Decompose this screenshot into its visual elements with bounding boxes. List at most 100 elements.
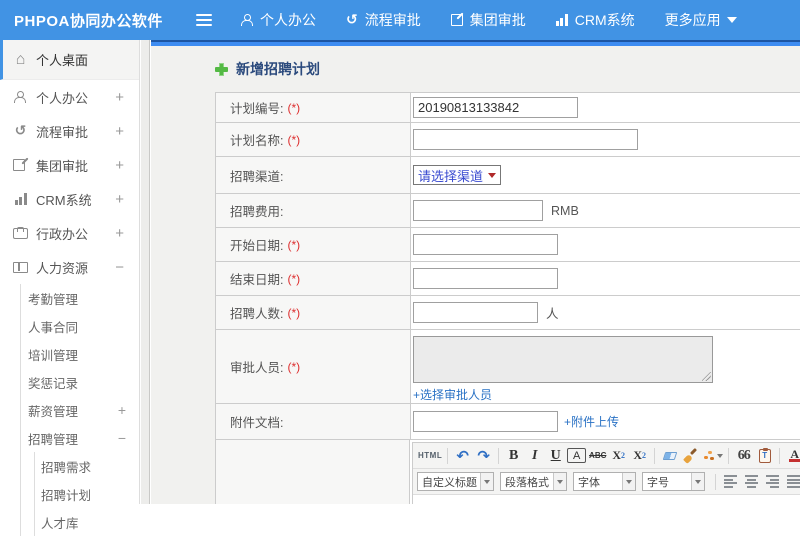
sidebar-item-recruit-mgmt[interactable]: 招聘管理 − — [21, 424, 139, 452]
eraser-button[interactable] — [660, 446, 679, 466]
font-size-dropdown[interactable]: 字号 — [642, 472, 705, 491]
attachment-upload-link[interactable]: +附件上传 — [564, 413, 619, 430]
redo-button[interactable]: ↷ — [474, 446, 493, 466]
form-row-cost: 招聘费用: RMB — [216, 194, 800, 228]
nav-more-apps[interactable]: 更多应用 — [665, 10, 737, 30]
auto-typeset-button[interactable] — [702, 446, 724, 466]
bold-button[interactable]: B — [504, 446, 523, 466]
sidebar-item-recruit-demand[interactable]: 招聘需求 — [35, 452, 139, 480]
sidebar-gutter — [141, 40, 150, 504]
form-row-headcount: 招聘人数: (*) 人 — [216, 296, 800, 330]
end-date-input[interactable] — [413, 268, 558, 289]
align-right-icon — [766, 475, 779, 488]
sidebar-item-crm[interactable]: CRM系统 + — [0, 182, 139, 216]
strikethrough-button[interactable]: ABC — [588, 446, 607, 466]
sidebar-item-hr[interactable]: 人力资源 − — [0, 250, 139, 284]
sidebar-item-label: CRM系统 — [36, 192, 92, 208]
channel-select[interactable]: 请选择渠道 — [413, 165, 502, 185]
expand-plus[interactable]: + — [115, 225, 124, 242]
align-center-button[interactable] — [742, 472, 761, 492]
sidebar-item-personal-office[interactable]: 个人办公 + — [0, 80, 139, 114]
format-brush-button[interactable] — [681, 446, 700, 466]
nav-crm-system[interactable]: CRM系统 — [555, 10, 635, 30]
dropdown-caret-button[interactable] — [622, 473, 635, 490]
color-bar — [788, 459, 800, 462]
align-justify-button[interactable] — [784, 472, 800, 492]
align-right-button[interactable] — [763, 472, 782, 492]
sidebar-item-salary[interactable]: 薪资管理 + — [21, 396, 139, 424]
superscript-button[interactable]: X2 — [609, 446, 628, 466]
expand-plus[interactable]: + — [115, 89, 124, 106]
expand-plus[interactable]: + — [118, 402, 126, 418]
nav-workflow-approval[interactable]: ↺ 流程审批 — [346, 10, 421, 30]
caret-down-icon — [484, 479, 490, 484]
sidebar-item-training[interactable]: 培训管理 — [21, 340, 139, 368]
custom-title-dropdown[interactable]: 自定义标题 — [417, 472, 494, 491]
expand-plus[interactable]: + — [115, 191, 124, 208]
subscript-button[interactable]: X2 — [630, 446, 649, 466]
sidebar-item-label: 培训管理 — [28, 348, 79, 363]
form-row-plan-name: 计划名称: (*) — [216, 123, 800, 157]
top-header: PHPOA协同办公软件 个人办公 ↺ 流程审批 集团审批 CRM系统 更多应用 — [0, 0, 800, 40]
sidebar-item-rewards[interactable]: 奖惩记录 — [21, 368, 139, 396]
html-source-button[interactable]: HTML — [418, 446, 442, 466]
field-label: 招聘渠道: — [216, 157, 411, 193]
select-approvers-link[interactable]: +选择审批人员 — [413, 386, 492, 403]
dropdown-caret-button[interactable] — [691, 473, 704, 490]
expand-plus[interactable]: + — [115, 157, 124, 174]
select-caret-icon — [488, 172, 497, 178]
nav-label: CRM系统 — [574, 12, 635, 28]
required-marker: (*) — [287, 359, 301, 374]
caret-down-icon — [626, 479, 632, 484]
sidebar-item-talent-pool[interactable]: 人才库 — [35, 508, 139, 536]
sidebar-item-attendance[interactable]: 考勤管理 — [21, 284, 139, 312]
approvers-textarea[interactable] — [413, 336, 713, 383]
align-left-button[interactable] — [721, 472, 740, 492]
undo-button[interactable]: ↶ — [453, 446, 472, 466]
book-icon — [13, 261, 28, 273]
cost-unit: RMB — [551, 203, 579, 218]
sidebar-item-label: 流程审批 — [36, 124, 89, 140]
italic-button[interactable]: I — [525, 446, 544, 466]
dropdown-caret-button[interactable] — [553, 473, 566, 490]
sidebar-item-label: 招聘管理 — [28, 432, 79, 447]
expand-plus[interactable]: + — [115, 123, 124, 140]
headcount-input[interactable] — [413, 302, 538, 323]
form-row-attachment: 附件文档: +附件上传 — [216, 404, 800, 440]
resize-grip-icon[interactable] — [702, 372, 711, 381]
sidebar-item-desktop[interactable]: ⌂ 个人桌面 — [0, 40, 139, 80]
nav-personal-office[interactable]: 个人办公 — [240, 10, 316, 30]
field-label-empty — [216, 440, 410, 504]
sidebar-item-group-approval[interactable]: 集团审批 + — [0, 148, 139, 182]
hamburger-menu-icon[interactable] — [196, 13, 214, 27]
cost-input[interactable] — [413, 200, 543, 221]
dropdown-caret-button[interactable] — [480, 473, 493, 490]
font-color-button[interactable]: A — [785, 446, 800, 466]
plan-name-input[interactable] — [413, 129, 638, 150]
edit-icon — [13, 159, 28, 171]
blockquote-button[interactable]: 66 — [734, 446, 753, 466]
nav-group-approval[interactable]: 集团审批 — [450, 10, 526, 30]
top-nav: 个人办公 ↺ 流程审批 集团审批 CRM系统 更多应用 — [240, 10, 767, 30]
sidebar-item-admin-office[interactable]: 行政办公 + — [0, 216, 139, 250]
sidebar-item-hr-contract[interactable]: 人事合同 — [21, 312, 139, 340]
sidebar-item-workflow-approval[interactable]: ↺ 流程审批 + — [0, 114, 139, 148]
expand-minus[interactable]: − — [118, 430, 126, 446]
sidebar-item-label: 招聘计划 — [41, 488, 92, 503]
expand-minus[interactable]: − — [115, 259, 124, 276]
font-family-dropdown[interactable]: 字体 — [573, 472, 636, 491]
caret-down-icon — [557, 479, 563, 484]
person-icon — [13, 91, 28, 103]
editor-content-area[interactable] — [413, 495, 800, 504]
start-date-input[interactable] — [413, 234, 558, 255]
required-marker: (*) — [287, 100, 301, 115]
field-label: 计划名称: (*) — [216, 123, 411, 156]
plan-no-input[interactable] — [413, 97, 578, 118]
underline-button[interactable]: U — [546, 446, 565, 466]
home-icon: ⌂ — [15, 50, 26, 68]
bar-chart-icon — [13, 193, 28, 205]
font-border-button[interactable]: A — [567, 448, 587, 463]
paragraph-format-dropdown[interactable]: 段落格式 — [500, 472, 567, 491]
attachment-input[interactable] — [413, 411, 558, 432]
paste-text-button[interactable]: T — [755, 446, 774, 466]
